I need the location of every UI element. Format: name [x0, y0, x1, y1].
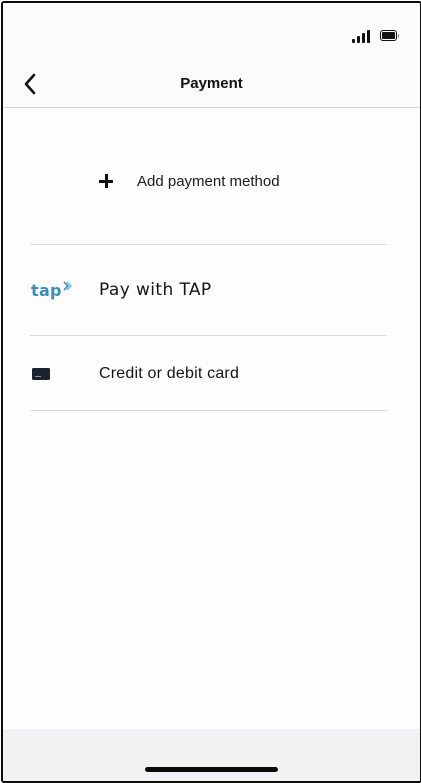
pay-with-tap-label: Pay with TAP — [99, 280, 212, 300]
tap-chevrons-icon — [63, 281, 72, 291]
credit-card-icon — [32, 368, 50, 380]
add-payment-method-label: Add payment method — [137, 172, 280, 190]
battery-icon — [380, 30, 399, 41]
add-payment-method-button[interactable]: Add payment method — [99, 166, 280, 196]
navigation-bar: Payment — [3, 61, 420, 108]
home-indicator[interactable] — [145, 767, 278, 772]
credit-debit-card-label: Credit or debit card — [99, 365, 240, 382]
signal-bars-icon — [352, 30, 370, 43]
tap-logo-icon: tap — [31, 276, 83, 300]
page-title: Payment — [180, 75, 243, 92]
payment-content: Add payment method tap Pay with TAP Cred… — [3, 108, 420, 729]
divider — [30, 335, 387, 336]
divider — [30, 410, 387, 411]
battery-level-fill — [382, 32, 395, 39]
bottom-bar — [3, 729, 420, 781]
divider — [30, 244, 387, 245]
plus-icon — [99, 173, 115, 189]
phone-screen: Payment Add payment method tap Pay with … — [1, 1, 421, 783]
tap-logo-text: tap — [31, 281, 62, 300]
pay-with-tap-option[interactable]: tap Pay with TAP — [3, 272, 420, 308]
credit-debit-card-option[interactable]: Credit or debit card — [3, 358, 420, 390]
status-bar — [3, 3, 420, 61]
